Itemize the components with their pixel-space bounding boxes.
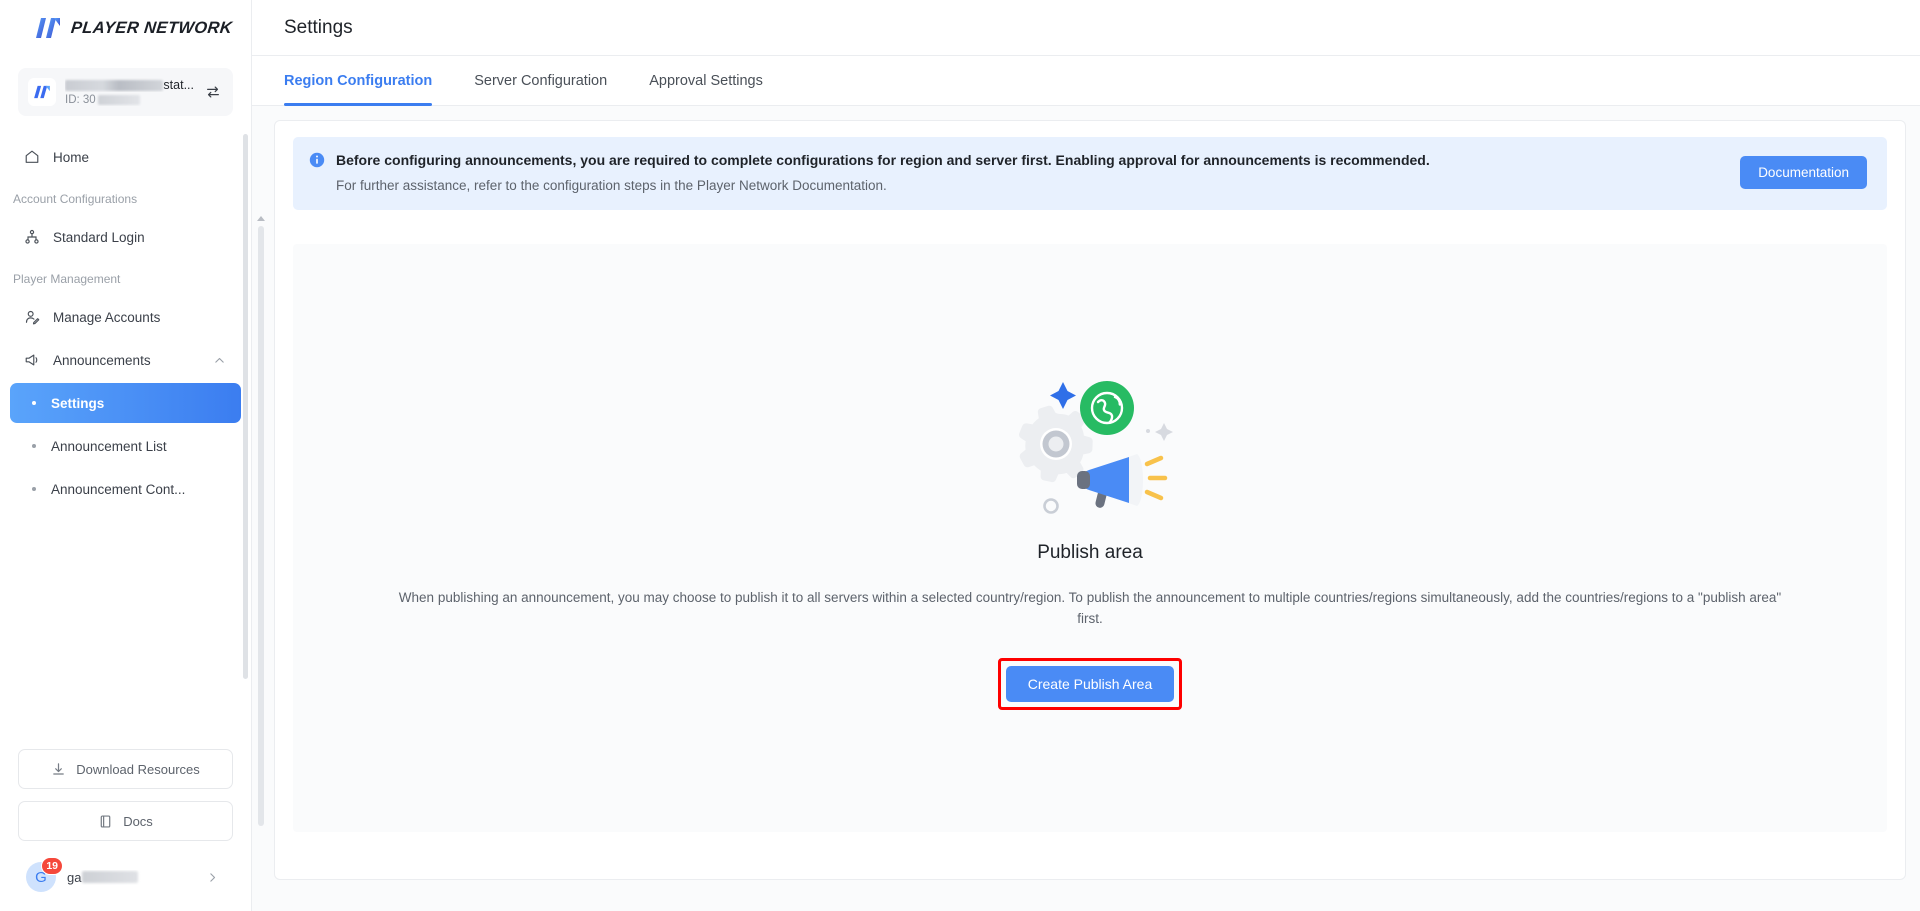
main-content: Settings Region Configuration Server Con… [252, 0, 1920, 911]
content-scroll-area: Before configuring announcements, you ar… [252, 106, 1920, 911]
sidebar-item-home[interactable]: Home [10, 137, 241, 177]
info-circle-icon [309, 152, 325, 168]
documentation-button[interactable]: Documentation [1740, 156, 1867, 189]
user-name-redaction [82, 871, 138, 883]
tab-server-configuration[interactable]: Server Configuration [474, 56, 607, 106]
swap-arrows-icon[interactable] [203, 82, 223, 102]
player-network-logo-icon [34, 17, 62, 39]
workspace-id: ID: 30 [65, 94, 194, 106]
tab-approval-settings[interactable]: Approval Settings [649, 56, 763, 106]
book-icon [98, 814, 113, 829]
workspace-id-redaction [98, 95, 140, 105]
app-root: PLAYER NETWORK stat... ID: 30 [0, 0, 1920, 911]
workspace-logo-icon [28, 78, 56, 106]
empty-state-title: Publish area [1037, 542, 1143, 564]
info-banner-text: Before configuring announcements, you ar… [336, 150, 1729, 196]
sidebar-item-announcements[interactable]: Announcements [10, 340, 241, 380]
chevron-right-icon[interactable] [203, 868, 221, 886]
info-banner-primary-text: Before configuring announcements, you ar… [336, 150, 1729, 170]
sidebar-item-announcement-content-label: Announcement Cont... [51, 482, 185, 497]
empty-state: Publish area When publishing an announce… [293, 244, 1887, 832]
user-profile-row[interactable]: G 19 ga [18, 853, 233, 901]
user-name-prefix: ga [67, 870, 81, 885]
gear-globe-megaphone-illustration [985, 366, 1195, 526]
workspace-switcher[interactable]: stat... ID: 30 [18, 68, 233, 116]
create-publish-area-highlight: Create Publish Area [998, 658, 1183, 710]
avatar: G 19 [26, 862, 56, 892]
tab-region-configuration[interactable]: Region Configuration [284, 56, 432, 106]
home-icon [23, 149, 40, 166]
docs-label: Docs [123, 814, 153, 829]
download-resources-label: Download Resources [76, 762, 200, 777]
content-scrollbar[interactable] [258, 226, 264, 826]
workspace-id-label: ID: 30 [65, 94, 96, 106]
chevron-up-icon[interactable] [211, 352, 227, 368]
user-name: ga [67, 870, 192, 885]
notification-badge: 19 [41, 857, 63, 875]
docs-button[interactable]: Docs [18, 801, 233, 841]
sidebar-item-announcement-list[interactable]: Announcement List [10, 426, 241, 466]
sidebar: PLAYER NETWORK stat... ID: 30 [0, 0, 252, 911]
sidebar-scrollbar[interactable] [243, 134, 248, 679]
sidebar-item-announcements-label: Announcements [53, 353, 198, 368]
sidebar-item-settings-label: Settings [51, 396, 104, 411]
sidebar-item-announcement-content[interactable]: Announcement Cont... [10, 469, 241, 509]
workspace-title-suffix: stat... [163, 78, 194, 92]
tab-bar: Region Configuration Server Configuratio… [252, 56, 1920, 106]
sidebar-item-manage-accounts[interactable]: Manage Accounts [10, 297, 241, 337]
workspace-name-redaction [65, 80, 163, 91]
bullet-icon [32, 487, 36, 491]
sidebar-item-home-label: Home [53, 150, 241, 165]
download-icon [51, 762, 66, 777]
sidebar-footer: Download Resources Docs G 19 ga [0, 749, 251, 911]
bullet-icon [32, 444, 36, 448]
download-resources-button[interactable]: Download Resources [18, 749, 233, 789]
sidebar-item-standard-login-label: Standard Login [53, 230, 241, 245]
empty-state-description: When publishing an announcement, you may… [370, 588, 1810, 630]
workspace-text: stat... ID: 30 [65, 78, 194, 106]
bullet-icon [32, 401, 36, 405]
brand-name: PLAYER NETWORK [70, 19, 233, 38]
page-header: Settings [252, 0, 1920, 56]
sidebar-item-announcement-list-label: Announcement List [51, 439, 167, 454]
user-edit-icon [23, 309, 40, 326]
sidebar-item-standard-login[interactable]: Standard Login [10, 217, 241, 257]
create-publish-area-button[interactable]: Create Publish Area [1006, 666, 1175, 702]
settings-panel: Before configuring announcements, you ar… [274, 120, 1906, 880]
scroll-up-arrow-icon[interactable] [257, 216, 265, 221]
info-banner: Before configuring announcements, you ar… [293, 137, 1887, 210]
page-title: Settings [284, 17, 353, 39]
sidebar-item-settings[interactable]: Settings [10, 383, 241, 423]
sidebar-group-account-configurations: Account Configurations [0, 180, 251, 214]
megaphone-icon [23, 352, 40, 369]
sidebar-group-player-management: Player Management [0, 260, 251, 294]
sidebar-nav: Home Account Configurations Standard Log… [0, 134, 251, 749]
sitemap-icon [23, 229, 40, 246]
brand-header: PLAYER NETWORK [0, 0, 251, 56]
workspace-title: stat... [65, 78, 194, 92]
info-banner-secondary-text: For further assistance, refer to the con… [336, 176, 1729, 196]
sidebar-item-manage-accounts-label: Manage Accounts [53, 310, 241, 325]
